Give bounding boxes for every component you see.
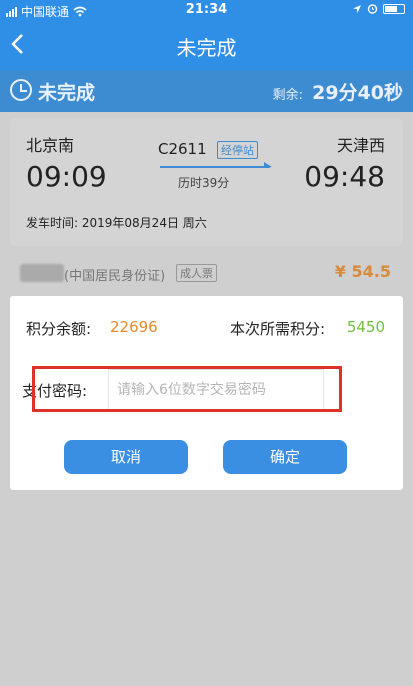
id-type: (中国居民身份证) <box>64 269 166 284</box>
stop-stations-link[interactable]: 经停站 <box>217 141 258 159</box>
battery-icon <box>383 3 405 14</box>
required-points-label: 本次所需积分: <box>230 320 326 338</box>
points-balance-value: 22696 <box>110 318 158 336</box>
remain-time: 29分40秒 <box>312 82 403 104</box>
clock-icon <box>10 79 32 101</box>
train-number: C2611 <box>158 140 207 158</box>
status-bar: 中国联通 21:34 <box>0 0 413 20</box>
points-balance-label: 积分余额: <box>26 320 92 338</box>
password-label: 支付密码: <box>22 382 88 400</box>
from-station: 北京南 <box>26 136 75 155</box>
depart-info: 发车时间: 2019年08月24日 周六 <box>26 214 207 231</box>
route-arrow-icon <box>160 162 272 168</box>
depart-label: 发车时间: <box>26 216 79 230</box>
remain-label: 剩余: <box>272 88 303 103</box>
order-state: 未完成 <box>38 82 96 104</box>
payment-dialog: 积分余额: 22696 本次所需积分: 5450 支付密码: 取消 确定 <box>10 296 403 490</box>
location-icon <box>353 4 361 13</box>
confirm-button[interactable]: 确定 <box>223 440 347 474</box>
nav-bar: 未完成 <box>0 20 413 70</box>
ticket-price: ¥ 54.5 <box>334 262 391 281</box>
to-station: 天津西 <box>336 136 385 155</box>
duration: 历时39分 <box>178 176 230 190</box>
cancel-button[interactable]: 取消 <box>64 440 188 474</box>
from-time: 09:09 <box>26 160 107 193</box>
ticket-type-badge: 成人票 <box>176 264 217 282</box>
required-points-value: 5450 <box>346 318 385 336</box>
passenger-name-redacted <box>20 264 64 282</box>
to-time: 09:48 <box>304 160 385 193</box>
alarm-icon <box>367 4 378 14</box>
order-status-strip: 未完成 剩余: 29分40秒 <box>0 70 413 112</box>
page-title: 未完成 <box>176 36 237 60</box>
passenger-row: (中国居民身份证) 成人票 ¥ 54.5 <box>10 262 403 286</box>
password-input[interactable] <box>108 368 324 410</box>
ticket-card: 北京南 09:09 C2611 经停站 历时39分 天津西 09:48 发车时间… <box>10 118 403 246</box>
depart-value: 2019年08月24日 周六 <box>81 216 207 230</box>
